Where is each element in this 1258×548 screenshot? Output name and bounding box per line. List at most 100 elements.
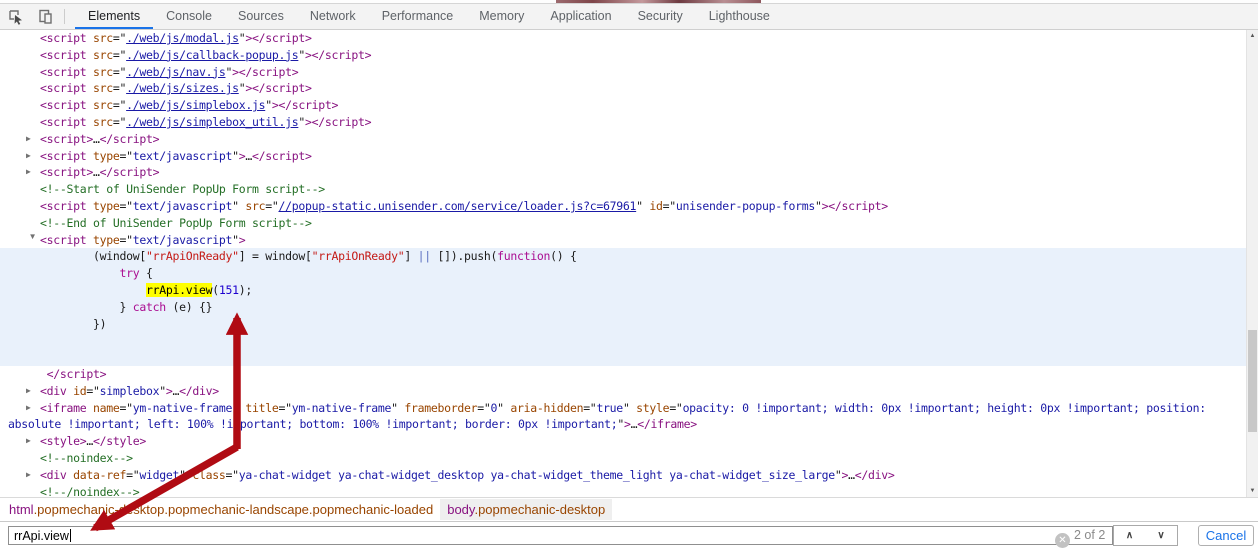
clear-search-icon[interactable]: ✕ xyxy=(1055,533,1070,548)
code-token-p: … xyxy=(245,149,252,163)
code-line[interactable]: <!--noindex--> xyxy=(0,450,1246,467)
code-token-tag: </style> xyxy=(93,434,146,448)
code-line[interactable] xyxy=(0,349,1246,366)
tab-sources[interactable]: Sources xyxy=(225,4,297,29)
code-line[interactable]: <script src="./web/js/callback-popup.js"… xyxy=(0,47,1246,64)
tab-elements[interactable]: Elements xyxy=(75,4,153,29)
code-token-com: <!--noindex--> xyxy=(40,451,133,465)
code-line[interactable]: <script src="./web/js/sizes.js"></script… xyxy=(0,80,1246,97)
code-token-p: =" xyxy=(477,401,490,415)
code-token-p xyxy=(40,283,146,297)
code-line[interactable]: ▶<iframe name="ym-native-frame" title="y… xyxy=(0,400,1246,417)
code-token-p: … xyxy=(86,434,93,448)
code-line[interactable] xyxy=(0,332,1246,349)
code-line[interactable]: ▶<script type="text/javascript"> xyxy=(0,232,1246,249)
code-line[interactable]: <!--Start of UniSender PopUp Form script… xyxy=(0,181,1246,198)
code-line[interactable]: <!--/noindex--> xyxy=(0,484,1246,497)
code-line[interactable]: ▶<script type="text/javascript">…</scrip… xyxy=(0,148,1246,165)
code-line[interactable]: ▶<div id="simplebox">…</div> xyxy=(0,383,1246,400)
code-token-p: =" xyxy=(113,98,126,112)
code-line[interactable]: <script type="text/javascript" src="//po… xyxy=(0,198,1246,215)
code-line[interactable]: absolute !important; left: 100% !importa… xyxy=(0,416,1246,433)
expand-arrow-icon[interactable]: ▶ xyxy=(26,433,38,450)
code-token-p: " xyxy=(617,417,624,431)
code-token-tag: </iframe> xyxy=(637,417,697,431)
code-token-tag: > xyxy=(624,417,631,431)
code-token-tag: ></script> xyxy=(232,65,298,79)
search-input[interactable]: rrApi.view xyxy=(8,526,1113,545)
code-token-tag: <script> xyxy=(40,165,93,179)
code-token-kw: function xyxy=(497,249,550,263)
expand-arrow-icon[interactable]: ▶ xyxy=(26,383,38,400)
tab-lighthouse[interactable]: Lighthouse xyxy=(696,4,783,29)
code-line[interactable]: }) xyxy=(0,316,1246,333)
tab-performance[interactable]: Performance xyxy=(369,4,467,29)
tab-application[interactable]: Application xyxy=(537,4,624,29)
code-line[interactable]: <script src="./web/js/modal.js"></script… xyxy=(0,30,1246,47)
code-token-tag: <script xyxy=(40,98,86,112)
code-token-p: " xyxy=(815,199,822,213)
scroll-up-icon[interactable]: ▲ xyxy=(1247,30,1258,42)
code-token-link: ./web/js/nav.js xyxy=(126,65,225,79)
code-line[interactable]: <!--End of UniSender PopUp Form script--… xyxy=(0,215,1246,232)
code-line[interactable]: <script src="./web/js/nav.js"></script> xyxy=(0,64,1246,81)
code-token-p: " xyxy=(179,468,186,482)
breadcrumb-item-body[interactable]: body.popmechanic-desktop xyxy=(440,499,612,520)
code-token-p xyxy=(40,266,119,280)
collapse-arrow-icon[interactable]: ▶ xyxy=(24,234,41,246)
tab-console[interactable]: Console xyxy=(153,4,225,29)
code-token-p: " xyxy=(232,401,239,415)
code-token-p: " xyxy=(298,48,305,62)
next-match-button[interactable]: ∨ xyxy=(1145,525,1178,546)
text-caret xyxy=(70,529,71,542)
scroll-down-icon[interactable]: ▼ xyxy=(1247,485,1258,497)
code-line[interactable]: try { xyxy=(0,265,1246,282)
code-token-tag: </script> xyxy=(47,367,107,381)
code-token-attr: type xyxy=(86,233,119,247)
code-line[interactable]: ▶<script>…</script> xyxy=(0,131,1246,148)
code-token-attr: title xyxy=(239,401,279,415)
code-line[interactable]: } catch (e) {} xyxy=(0,299,1246,316)
tab-memory[interactable]: Memory xyxy=(466,4,537,29)
previous-match-button[interactable]: ∧ xyxy=(1113,525,1146,546)
code-token-p: … xyxy=(93,165,100,179)
expand-arrow-icon[interactable]: ▶ xyxy=(26,131,38,148)
code-token-tag: <script xyxy=(40,115,86,129)
code-token-tag: <script> xyxy=(40,132,93,146)
expand-arrow-icon[interactable]: ▶ xyxy=(26,400,38,417)
expand-arrow-icon[interactable]: ▶ xyxy=(26,148,38,165)
scrollbar[interactable]: ▲ ▼ xyxy=(1246,30,1258,497)
code-token-attr: type xyxy=(86,199,119,213)
code-token-p: … xyxy=(93,132,100,146)
code-line[interactable]: rrApi.view(151); xyxy=(0,282,1246,299)
code-line[interactable]: (window["rrApiOnReady"] = window["rrApiO… xyxy=(0,248,1246,265)
code-line[interactable]: ▶<style>…</style> xyxy=(0,433,1246,450)
code-token-attr: src xyxy=(86,81,113,95)
inspect-element-icon[interactable] xyxy=(0,4,30,29)
code-token-p: (e) {} xyxy=(166,300,212,314)
code-token-tag: <script xyxy=(40,233,86,247)
code-line[interactable]: </script> xyxy=(0,366,1246,383)
device-toolbar-icon[interactable] xyxy=(30,4,60,29)
scrollbar-thumb[interactable] xyxy=(1248,330,1257,432)
code-token-match: rrApi.view xyxy=(146,283,212,297)
elements-panel: <script src="./web/js/modal.js"></script… xyxy=(0,30,1246,497)
code-token-attr: src xyxy=(86,31,113,45)
cancel-button[interactable]: Cancel xyxy=(1198,525,1254,546)
expand-arrow-icon[interactable]: ▶ xyxy=(26,467,38,484)
code-token-p: ( xyxy=(212,283,219,297)
code-token-com: <!--End of UniSender PopUp Form script--… xyxy=(40,216,312,230)
code-line[interactable]: ▶<script>…</script> xyxy=(0,164,1246,181)
code-line[interactable]: <script src="./web/js/simplebox.js"></sc… xyxy=(0,97,1246,114)
code-line[interactable]: ▶<div data-ref="widget" class="ya-chat-w… xyxy=(0,467,1246,484)
code-token-attr: style xyxy=(630,401,670,415)
code-token-attr: type xyxy=(86,149,119,163)
code-line[interactable]: <script src="./web/js/simplebox_util.js"… xyxy=(0,114,1246,131)
expand-arrow-icon[interactable]: ▶ xyxy=(26,164,38,181)
tab-security[interactable]: Security xyxy=(625,4,696,29)
code-token-p: =" xyxy=(86,384,99,398)
breadcrumb-item-html[interactable]: html.popmechanic-desktop.popmechanic-lan… xyxy=(2,499,440,520)
tab-network[interactable]: Network xyxy=(297,4,369,29)
code-token-tag: </script> xyxy=(100,165,160,179)
code-token-tag: <script xyxy=(40,81,86,95)
